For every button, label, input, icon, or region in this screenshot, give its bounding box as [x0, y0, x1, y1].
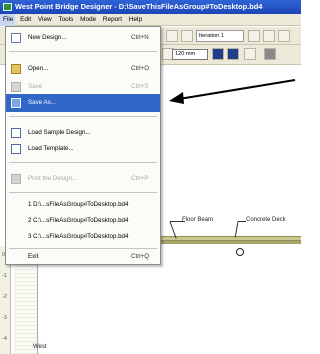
menu-help[interactable]: Help [126, 14, 144, 26]
file-menu: New Design... Ctrl+N Open... Ctrl+O Save… [5, 26, 161, 265]
menu-file[interactable]: File [0, 14, 16, 26]
ruler-tick: -3 [2, 315, 7, 321]
save-as-menu-item[interactable]: Save As... [6, 94, 160, 112]
menu-separator [9, 116, 157, 117]
load-template-menu-item[interactable]: Load Template... [6, 140, 160, 158]
concrete-deck-leader [238, 221, 246, 222]
increase-size-icon[interactable] [212, 48, 224, 60]
exit-menu-item[interactable]: Exit Ctrl+Q [6, 248, 160, 266]
window-title: West Point Bridge Designer - D:\SaveThis… [15, 2, 263, 11]
member-size-select[interactable]: 120 mm [172, 49, 208, 60]
ruler-tick: -4 [2, 336, 7, 342]
title-bar: West Point Bridge Designer - D:\SaveThis… [0, 0, 301, 14]
save-as-icon [11, 98, 21, 108]
menu-separator [9, 51, 157, 52]
member-size-value: 120 mm [175, 51, 196, 57]
menu-separator [9, 192, 157, 193]
menu-tools[interactable]: Tools [55, 14, 75, 26]
menu-bar: File Edit View Tools Mode Report Help [0, 14, 301, 26]
menu-mode[interactable]: Mode [77, 14, 98, 26]
annotation-arrow-icon [169, 79, 296, 104]
sample-design-icon [11, 128, 21, 138]
grid-icon[interactable] [264, 48, 276, 60]
open-folder-icon [11, 64, 21, 74]
concrete-deck-callout: Concrete Deck [246, 217, 286, 223]
menu-view[interactable]: View [35, 14, 54, 26]
toolbar-dropdown-icon[interactable] [278, 30, 290, 42]
bridge-joint[interactable] [236, 248, 244, 256]
floppy-disk-icon [11, 82, 21, 92]
new-design-icon [11, 33, 21, 43]
new-design-menu-item[interactable]: New Design... Ctrl+N [6, 29, 160, 47]
ruler-tick: -2 [2, 294, 7, 300]
forward-arrow-icon[interactable] [263, 30, 275, 42]
back-arrow-icon[interactable] [248, 30, 260, 42]
printer-icon [11, 174, 21, 184]
print-menu-item[interactable]: Print the Design... Ctrl+P [6, 170, 160, 188]
floor-beam-callout: Floor Beam [182, 217, 214, 223]
undo-icon[interactable] [166, 30, 178, 42]
recent-file-3[interactable]: 3 C:\...sFileAsGroup#ToDesktop.bd4 [6, 228, 160, 246]
app-icon [3, 3, 12, 11]
open-menu-item[interactable]: Open... Ctrl+O [6, 60, 160, 78]
ruler-tick: -1 [2, 273, 7, 279]
menu-separator [9, 162, 157, 163]
redo-icon[interactable] [181, 30, 193, 42]
west-label: West [33, 344, 47, 350]
menu-report[interactable]: Report [100, 14, 124, 26]
iteration-label: Iteration 1 [199, 33, 224, 39]
menu-edit[interactable]: Edit [17, 14, 33, 26]
iteration-selector[interactable]: Iteration 1 [196, 30, 244, 42]
decrease-size-icon[interactable] [227, 48, 239, 60]
template-icon [11, 144, 21, 154]
member-list-icon[interactable] [244, 48, 256, 60]
